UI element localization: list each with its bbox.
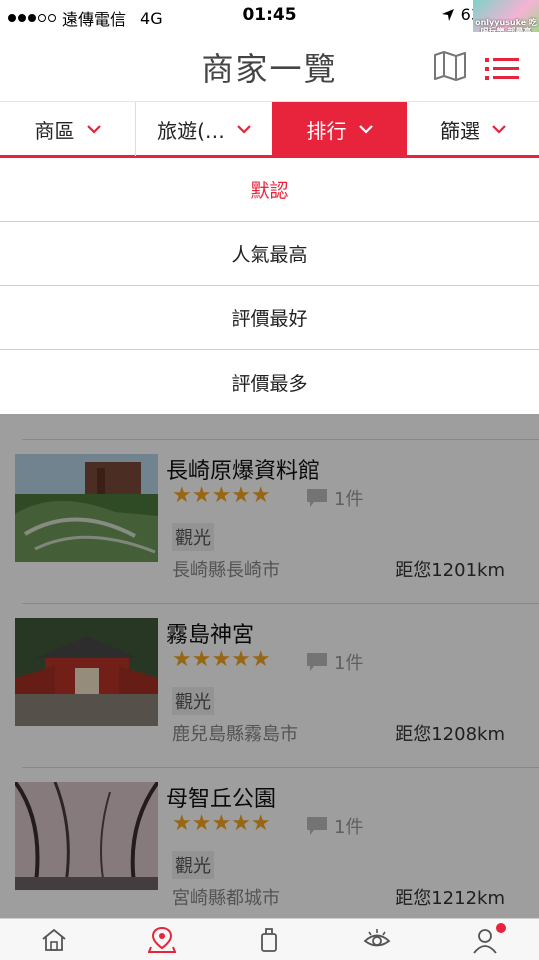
tab-bar: [0, 918, 539, 960]
filter-tab-ranking[interactable]: 排行: [272, 102, 407, 156]
sort-option-most-reviewed[interactable]: 評價最多: [0, 350, 539, 414]
tab-home[interactable]: [0, 919, 108, 960]
modal-backdrop[interactable]: [0, 414, 539, 918]
nav-bar: 商家一覽: [0, 32, 539, 100]
eye-icon: [363, 928, 391, 946]
filter-tab-area[interactable]: 商區: [0, 102, 136, 156]
tab-map[interactable]: [108, 919, 216, 960]
notification-badge: [495, 923, 506, 933]
chevron-down-icon: [86, 125, 101, 134]
sort-option-best-rated[interactable]: 評價最好: [0, 286, 539, 350]
map-icon[interactable]: [433, 50, 467, 82]
filter-tab-label: 排行: [306, 118, 347, 143]
sort-option-popular[interactable]: 人氣最高: [0, 222, 539, 286]
filter-bar: 商區 旅遊(… 排行 篩選: [0, 101, 539, 158]
map-pin-icon: [147, 926, 176, 953]
chevron-down-icon: [492, 125, 506, 134]
filter-tab-screening[interactable]: 篩選: [407, 102, 539, 156]
filter-tab-travel[interactable]: 旅遊(…: [136, 102, 272, 156]
filter-tab-label: 旅遊(…: [157, 118, 225, 143]
tab-discover[interactable]: [323, 919, 431, 960]
luggage-icon: [261, 927, 278, 952]
home-icon: [42, 928, 66, 951]
tab-travel[interactable]: [216, 919, 324, 960]
list-icon[interactable]: [485, 54, 521, 84]
filter-tab-label: 商區: [34, 118, 75, 143]
tab-profile[interactable]: [431, 919, 539, 960]
chevron-down-icon: [358, 125, 373, 134]
chevron-down-icon: [237, 125, 251, 134]
location-arrow-icon: [441, 8, 454, 21]
sort-dropdown: 默認 人氣最高 評價最好 評價最多: [0, 158, 539, 414]
sort-option-default[interactable]: 默認: [0, 158, 539, 222]
user-icon: [473, 928, 497, 954]
status-bar: 遠傳電信 4G 01:45 63 onlyyusuke 吃喝玩樂 部最高: [0, 0, 539, 66]
filter-tab-label: 篩選: [440, 118, 480, 143]
